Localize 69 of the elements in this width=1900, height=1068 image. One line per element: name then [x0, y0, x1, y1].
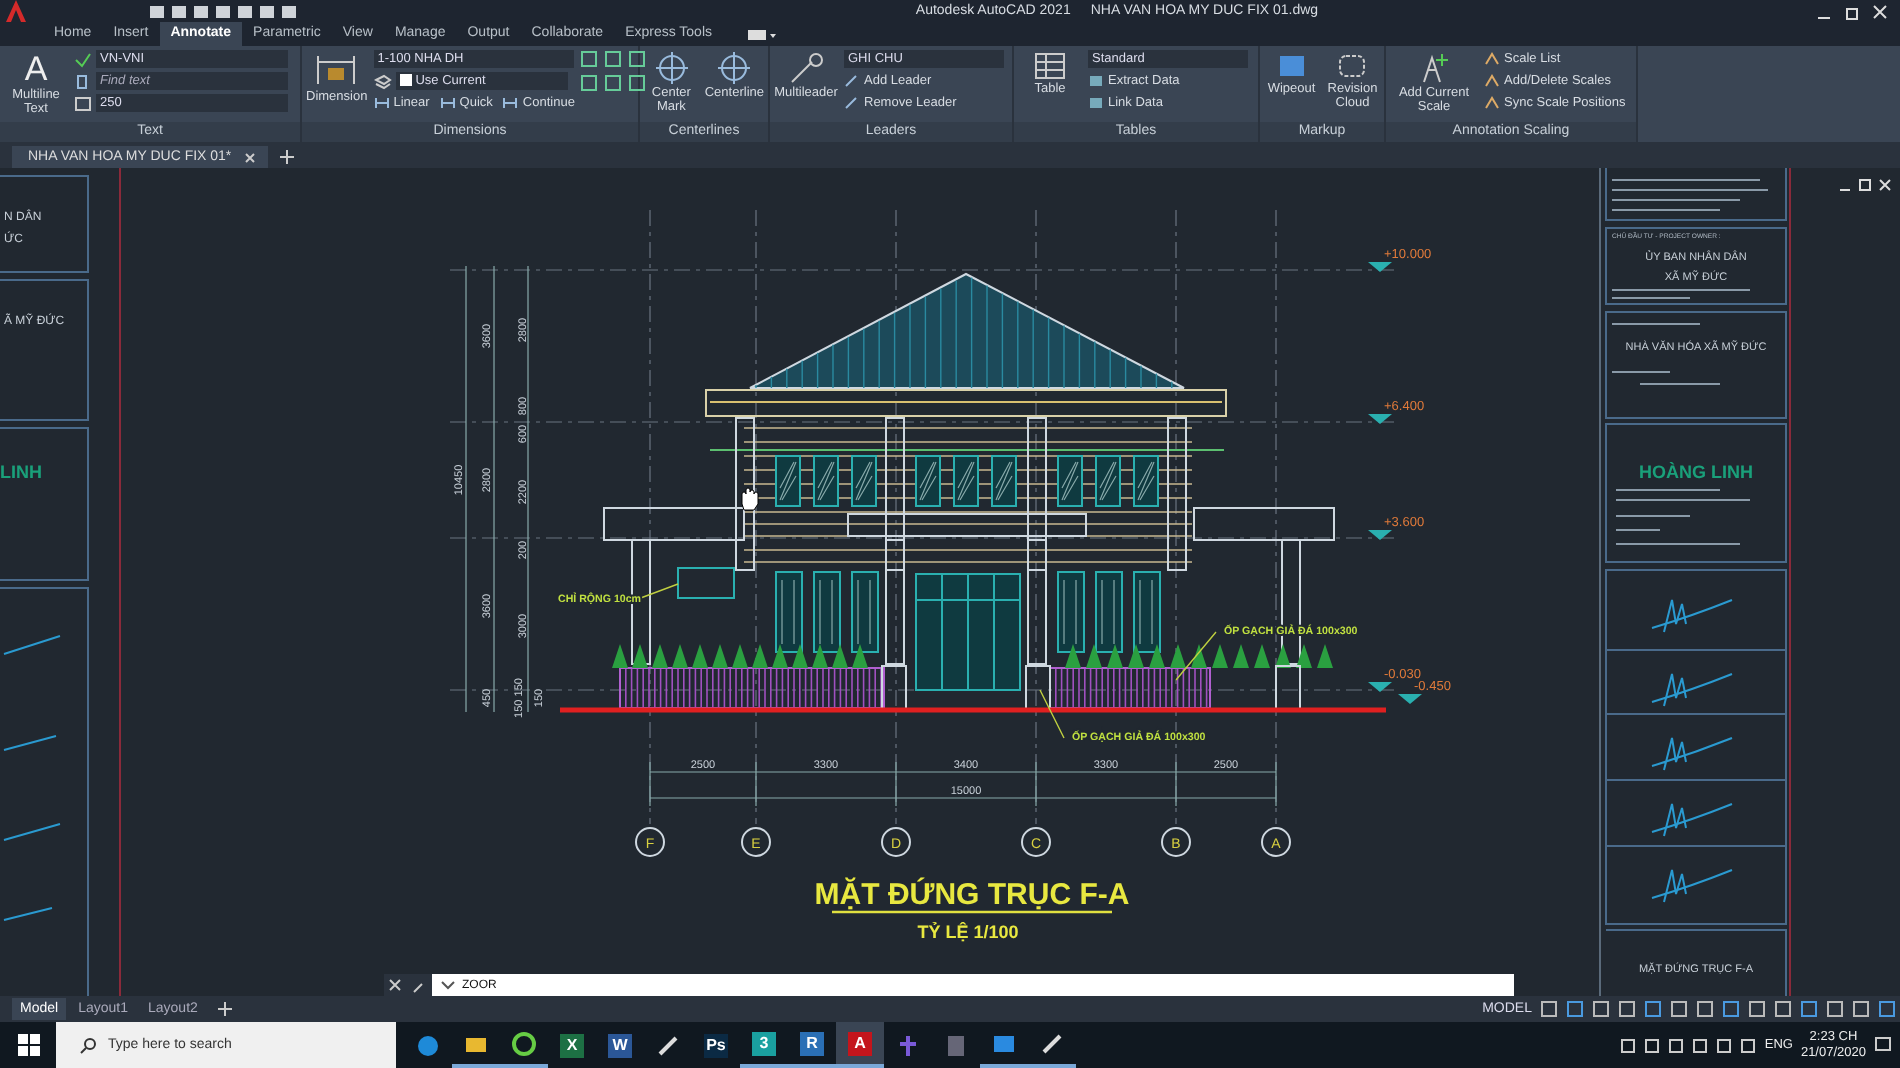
level-marker-icon [1368, 682, 1392, 692]
spell-check-icon[interactable] [74, 51, 92, 67]
close-icon[interactable] [1872, 3, 1888, 19]
app-letter-icon: Ps [704, 1033, 728, 1057]
text-height-icon[interactable] [74, 95, 92, 111]
taskbar-app-button[interactable]: A [836, 1022, 884, 1068]
close-icon[interactable] [388, 978, 403, 992]
dimension-tool-icon [502, 96, 519, 110]
add-scale-icon [1418, 52, 1450, 84]
taskbar-app-button[interactable]: Ps [692, 1022, 740, 1068]
grid-bubble-icon [1161, 827, 1191, 857]
crosshair-icon [718, 52, 751, 84]
crosshair-icon [655, 52, 688, 84]
app-letter-icon: W [608, 1033, 632, 1057]
caret-icon [440, 979, 456, 991]
table-icon [1034, 52, 1066, 80]
find-icon[interactable] [74, 73, 92, 89]
layer-icon[interactable] [373, 73, 392, 89]
signature-drawing [1651, 599, 1733, 633]
grid-bubble-icon [741, 827, 771, 857]
plus-icon [217, 1002, 232, 1016]
grid-bubble-icon [1021, 827, 1051, 857]
sheet-text: LINH [0, 462, 42, 482]
dimension-tool-icon [373, 96, 390, 110]
dimension-icon [314, 52, 359, 88]
grid-bubble-icon [635, 827, 665, 857]
grid-bubble-icon [881, 827, 911, 857]
company-name-text: HOÀNG LINH [1639, 462, 1753, 482]
windows-start-icon[interactable] [18, 1034, 40, 1056]
app-letter-icon: 3 [752, 1031, 776, 1055]
restore-icon[interactable] [1844, 3, 1860, 19]
close-icon[interactable] [243, 151, 256, 163]
ring-icon [512, 1031, 536, 1055]
dimension-tool-icon [439, 96, 456, 110]
viewport-minimize-icon[interactable] [1839, 189, 1851, 191]
app-letter-icon: A [848, 1031, 872, 1055]
level-marker-icon [1398, 694, 1422, 704]
wipeout-icon [1275, 52, 1308, 80]
signature-drawing [1651, 803, 1733, 837]
pen-icon [656, 1033, 680, 1057]
drawing-title: MẶT ĐỨNG TRỤC F-A [814, 878, 1130, 912]
browser-icon [416, 1033, 440, 1057]
pen-icon [1040, 1031, 1064, 1055]
viewport-close-icon[interactable] [1879, 179, 1891, 191]
viewport-restore-icon[interactable] [1859, 179, 1871, 191]
taskbar-app-button[interactable]: X [548, 1022, 596, 1068]
plus-icon [279, 150, 294, 164]
wrench-icon[interactable] [411, 977, 428, 993]
level-marker-icon [1368, 262, 1392, 272]
signature-drawing [1651, 737, 1733, 771]
signature-drawing [1651, 673, 1733, 707]
media-icon [992, 1031, 1016, 1055]
level-marker-icon [1368, 414, 1392, 424]
pan-cursor-icon [741, 487, 759, 511]
figure-icon [896, 1033, 920, 1057]
search-icon [80, 1037, 96, 1053]
app-letter-icon: X [560, 1033, 584, 1057]
workspace-toggle-icon[interactable] [748, 27, 777, 41]
text-letter-icon: A [24, 52, 48, 86]
taskbar-app-button[interactable]: W [596, 1022, 644, 1068]
calculator-icon [944, 1033, 968, 1057]
level-marker-icon [1368, 530, 1392, 540]
app-letter-icon: R [800, 1031, 824, 1055]
grid-bubble-icon [1261, 827, 1291, 857]
leader-icon [788, 52, 824, 84]
notification-icon[interactable] [1874, 1036, 1892, 1054]
drawing-scale: TỶ LỆ 1/100 [917, 922, 1019, 942]
cloud-icon [1336, 52, 1369, 80]
signature-drawing [1651, 869, 1733, 903]
